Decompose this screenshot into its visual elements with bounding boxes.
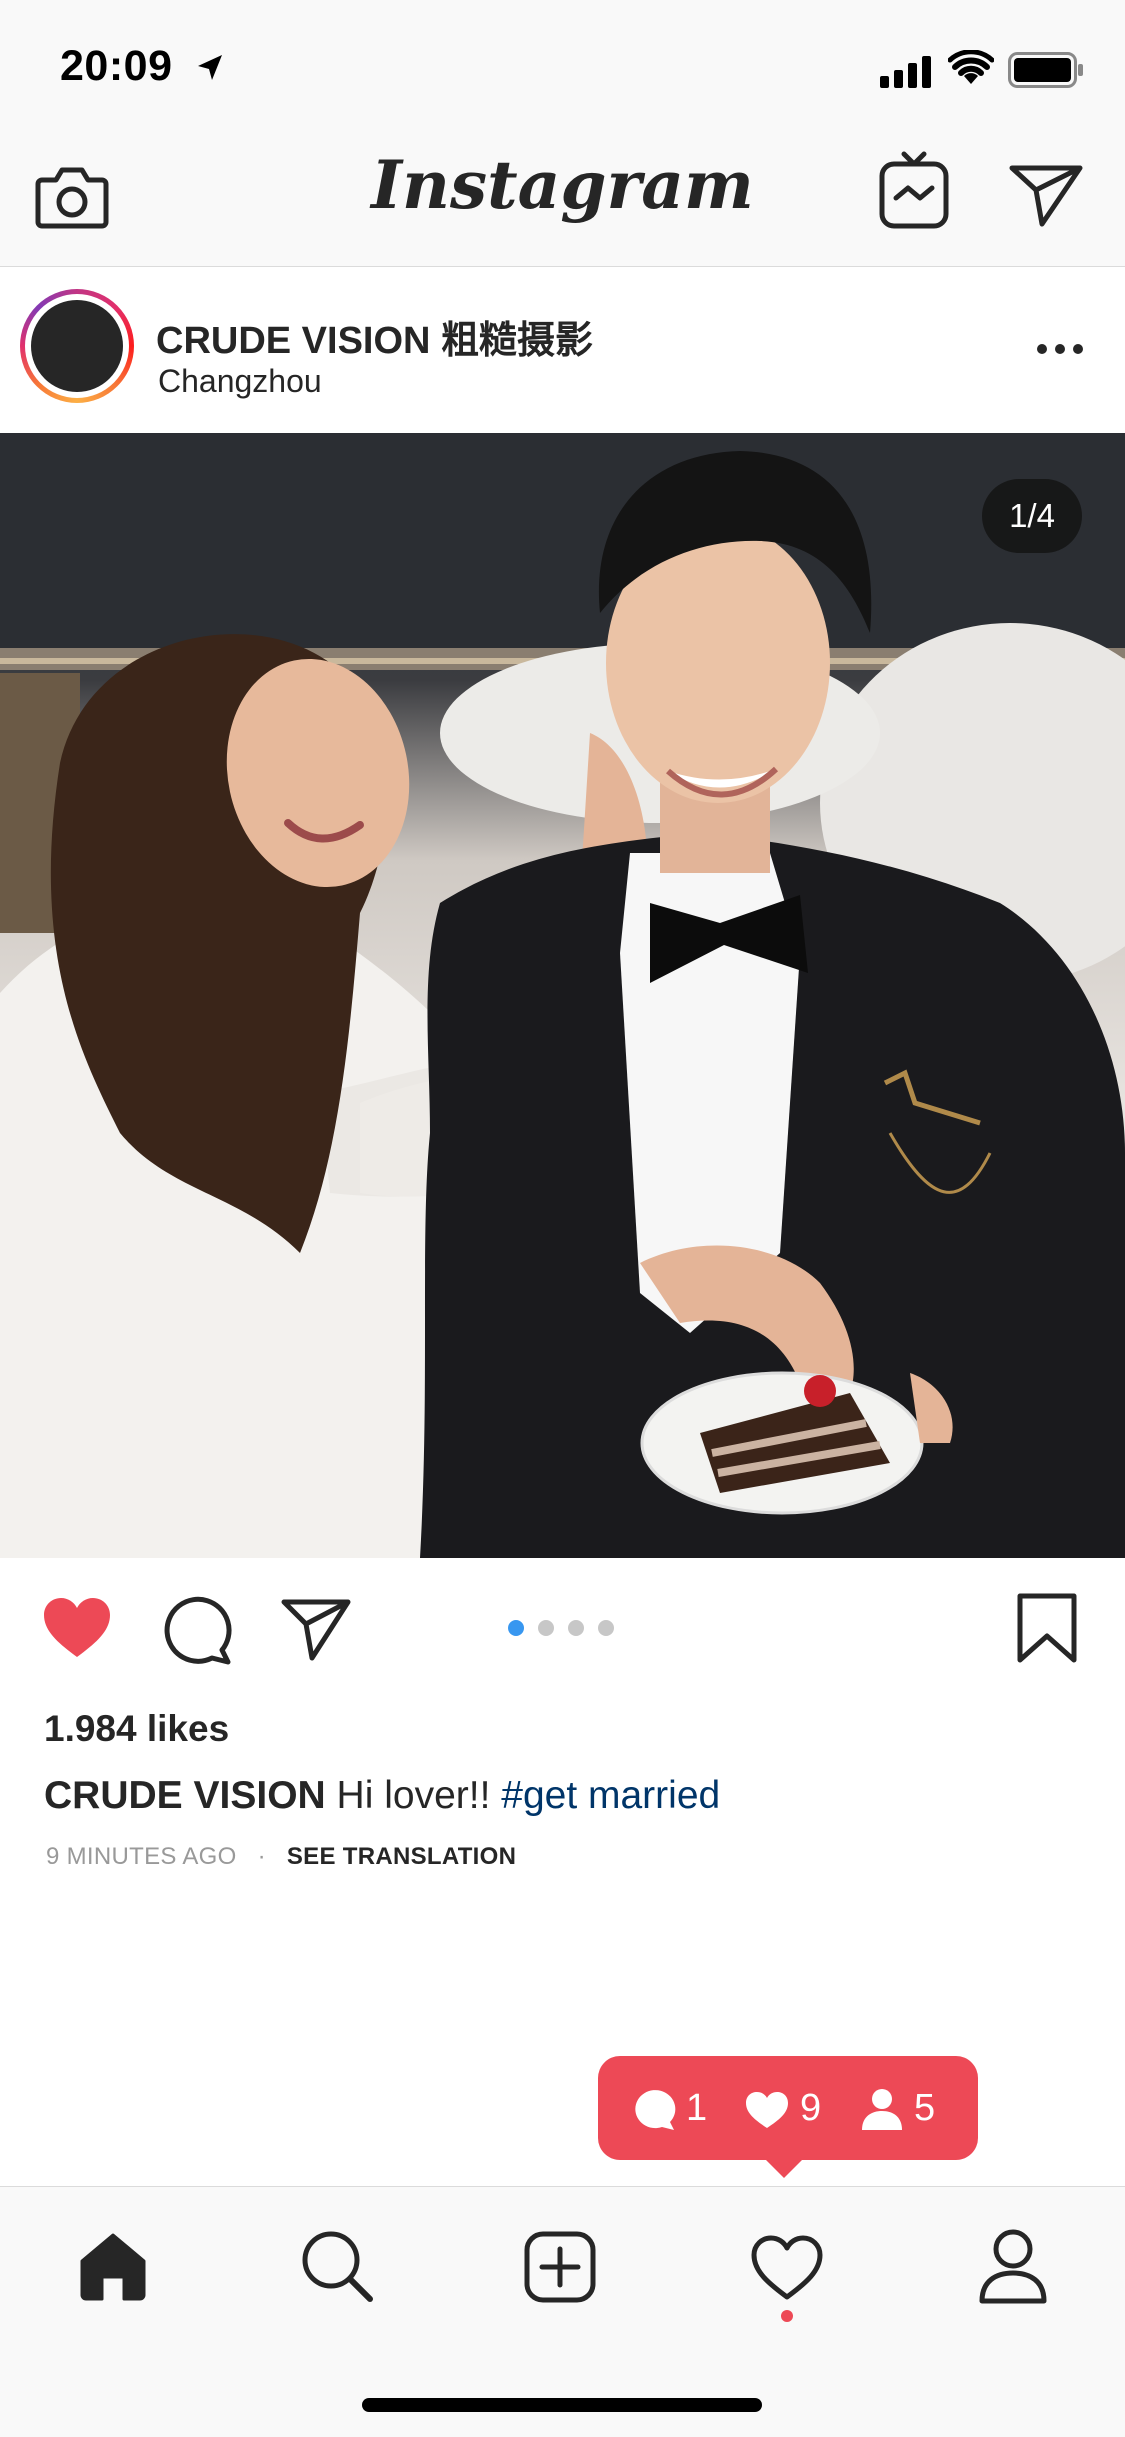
caption-hashtag[interactable]: #get married: [501, 1774, 720, 1817]
avatar: [31, 300, 123, 392]
status-bar: 20:09: [0, 0, 1125, 132]
image-counter: 1/4: [982, 479, 1082, 553]
post-username[interactable]: CRUDE VISION 粗糙摄影: [156, 309, 593, 364]
battery-icon: [1008, 52, 1083, 88]
wifi-icon: [948, 50, 994, 84]
activity-heart-icon[interactable]: [750, 2235, 824, 2301]
comment-bubble-icon: [635, 2090, 676, 2130]
activity-likes-count: 9: [800, 2087, 822, 2129]
cellular-signal-icon: [880, 56, 931, 88]
add-icon[interactable]: [524, 2231, 596, 2303]
post-header: CRUDE VISION 粗糙摄影 Changzhou: [0, 267, 1125, 434]
more-icon[interactable]: [1036, 343, 1084, 355]
carousel-dot: [538, 1620, 554, 1636]
caption-text: Hi lover!!: [336, 1774, 491, 1817]
comment-icon[interactable]: [162, 1594, 234, 1666]
profile-icon[interactable]: [978, 2229, 1048, 2305]
location-arrow-icon: [198, 55, 222, 80]
post-time-ago: 9 MINUTES AGO: [46, 1843, 237, 1870]
post-location[interactable]: Changzhou: [158, 363, 322, 400]
avatar-story-ring[interactable]: [20, 289, 134, 403]
home-icon[interactable]: [78, 2231, 148, 2301]
carousel-dot-active: [508, 1620, 524, 1636]
igtv-icon[interactable]: [878, 150, 950, 230]
see-translation-link[interactable]: SEE TRANSLATION: [287, 1843, 516, 1870]
post-meta: 9 MINUTES AGO · SEE TRANSLATION: [46, 1843, 516, 1871]
likes-count[interactable]: 1.984 likes: [44, 1708, 229, 1750]
post-photo[interactable]: 1/4: [0, 433, 1125, 1558]
activity-bubble-pointer: [762, 2156, 806, 2178]
search-icon[interactable]: [300, 2229, 374, 2303]
top-nav-bar: Instagram: [0, 132, 1125, 267]
meta-separator: ·: [257, 1843, 266, 1870]
caption-username[interactable]: CRUDE VISION: [44, 1774, 326, 1817]
activity-notification-bubble[interactable]: 1 9 5: [598, 2056, 978, 2160]
heart-filled-icon[interactable]: [40, 1595, 114, 1661]
heart-small-icon: [746, 2092, 788, 2128]
person-icon: [862, 2089, 902, 2130]
carousel-dot: [568, 1620, 584, 1636]
home-indicator: [362, 2398, 762, 2412]
caption: CRUDE VISION Hi lover!! #get married: [44, 1774, 720, 1818]
instagram-logo: Instagram: [371, 146, 754, 224]
direct-icon[interactable]: [1008, 160, 1084, 230]
activity-comments-count: 1: [686, 2087, 708, 2129]
carousel-dot: [598, 1620, 614, 1636]
activity-indicator-dot: [781, 2310, 793, 2322]
status-time: 20:09: [60, 42, 173, 90]
bookmark-icon[interactable]: [1014, 1592, 1080, 1664]
share-icon[interactable]: [280, 1596, 352, 1662]
photo-illustration: [0, 433, 1125, 1558]
activity-follows-count: 5: [914, 2087, 936, 2129]
